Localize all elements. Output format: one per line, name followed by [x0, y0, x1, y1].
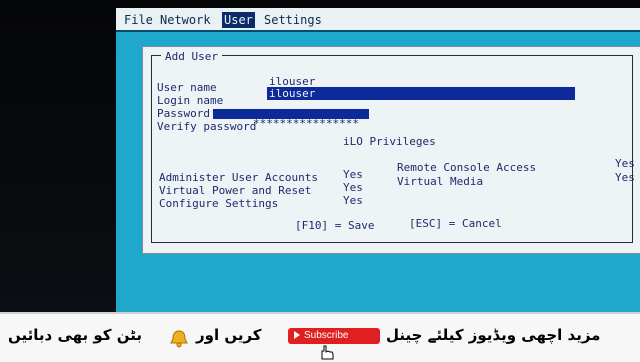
privileges-title: iLO Privileges — [343, 135, 436, 148]
play-icon — [294, 331, 300, 340]
subscribe-label: Subscribe — [304, 330, 349, 341]
verify-password-label: Verify password — [157, 120, 257, 133]
priv-virtual-media-value[interactable]: Yes — [615, 171, 635, 184]
menu-file[interactable]: File — [122, 12, 155, 28]
priv-remote-console-label: Remote Console Access — [397, 161, 537, 174]
login-name-field[interactable]: ilouser — [267, 87, 575, 100]
verify-password-field[interactable]: **************** — [253, 117, 359, 130]
priv-administer-label: Administer User Accounts — [159, 171, 318, 184]
priv-administer-value[interactable]: Yes — [343, 168, 363, 181]
priv-virtual-power-label: Virtual Power and Reset — [159, 184, 312, 197]
priv-configure-value[interactable]: Yes — [343, 194, 363, 207]
priv-virtual-media-label: Virtual Media — [397, 175, 484, 188]
content-area: Add User User name ilouser Login name il… — [116, 32, 640, 312]
menu-bar: File Network User Settings — [116, 8, 640, 32]
login-name-value: ilouser — [269, 87, 316, 100]
banner-text-left: بٹن کو بھی دبائیں — [8, 326, 142, 344]
menu-user[interactable]: User — [222, 12, 255, 28]
subscribe-banner: بٹن کو بھی دبائیں کریں اور Subscribe مزی… — [0, 312, 640, 362]
add-user-dialog: Add User User name ilouser Login name il… — [142, 46, 640, 254]
dialog-title: Add User — [161, 50, 222, 63]
pointer-hand-icon — [321, 345, 334, 360]
priv-remote-console-value[interactable]: Yes — [615, 157, 635, 170]
priv-virtual-power-value[interactable]: Yes — [343, 181, 363, 194]
priv-configure-label: Configure Settings — [159, 197, 279, 210]
menu-network[interactable]: Network — [158, 12, 213, 28]
menu-settings[interactable]: Settings — [262, 12, 324, 28]
banner-text-middle: کریں اور — [196, 326, 262, 344]
subscribe-button[interactable]: Subscribe — [288, 328, 380, 344]
dialog-frame — [151, 55, 633, 243]
banner-text-right: مزید اچھی ویڈیوز کیلئے چینل — [386, 326, 601, 344]
ilo-config-screen: File Network User Settings Add User User… — [116, 8, 640, 312]
login-name-label: Login name — [157, 94, 224, 107]
user-name-label: User name — [157, 81, 217, 94]
save-key-hint[interactable]: [F10] = Save — [295, 219, 374, 232]
bell-icon — [170, 330, 188, 348]
cancel-key-hint[interactable]: [ESC] = Cancel — [409, 217, 502, 230]
password-label: Password — [157, 107, 210, 120]
